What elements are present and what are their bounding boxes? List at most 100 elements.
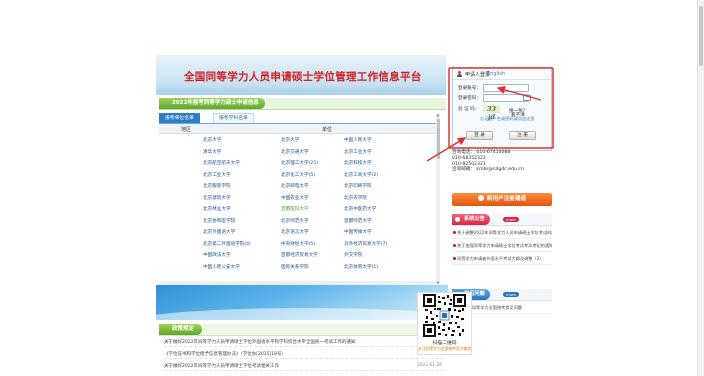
tab-units[interactable]: 报考单位名单 xyxy=(159,113,200,123)
university-link[interactable]: 中国传媒大学 xyxy=(344,229,372,235)
university-link[interactable]: 中国人民公安大学 xyxy=(203,264,240,270)
university-link[interactable]: 中国人民大学 xyxy=(344,137,372,143)
password-label: 登录密码： xyxy=(458,96,481,101)
list-scrollbar[interactable]: ▲ ▼ xyxy=(436,113,440,285)
scroll-up-icon[interactable]: ▲ xyxy=(436,113,440,117)
wechat-qr-card: 扫描二维码 关注同等学力全国统考官方微信 xyxy=(417,292,472,355)
university-link[interactable]: 首都经济贸易大学 xyxy=(281,252,318,258)
banner-skyline xyxy=(156,85,446,95)
tab-subjects[interactable]: 报考学科名单 xyxy=(213,113,254,123)
english-link[interactable]: English xyxy=(487,71,505,77)
university-link[interactable]: 北京外国语大学 xyxy=(203,229,235,235)
university-link[interactable]: 北京理工大学(25) xyxy=(281,160,318,166)
university-link[interactable]: 中央财经大学(5) xyxy=(281,241,315,247)
university-link[interactable]: 北京化工大学(5) xyxy=(281,172,315,178)
register-button[interactable]: 注 册 xyxy=(509,131,536,140)
notice-title[interactable]: 关于加强同等学力申请硕士学位考试考风考纪的通知 xyxy=(457,243,552,249)
policy-row[interactable]: 关于做好2022年同等学力人员申请硕士学位考试相关工作 2022-01-26 xyxy=(164,361,444,371)
col-region: 地区 xyxy=(181,126,192,133)
university-link[interactable]: 北京交通大学 xyxy=(281,149,309,155)
university-link[interactable]: 北京林业大学 xyxy=(203,206,231,212)
col-unit: 单位 xyxy=(322,126,333,133)
captcha-image[interactable]: 33 jd xyxy=(483,105,500,121)
keyboard-icon[interactable] xyxy=(523,95,531,101)
notice-item[interactable]: 同等学力申请者外语水平考试大纲及调整（2） xyxy=(452,253,552,265)
university-link[interactable]: 北京建筑大学 xyxy=(203,195,231,201)
university-link[interactable]: 北京大学 xyxy=(203,137,221,143)
notice-icon xyxy=(455,217,460,222)
contact-info: 咨询电话： 010-67410088 010-68352321 010-8250… xyxy=(452,150,552,173)
policy-title[interactable]: 关于做好2022年同等学力人员申请硕士学位外国语水平和学科综合水平全国统一考试工… xyxy=(164,339,355,345)
university-link[interactable]: 对外经济贸易大学(7) xyxy=(344,241,387,247)
ad-wave xyxy=(156,308,448,320)
scrollbar-thumb[interactable] xyxy=(699,6,703,66)
user-icon xyxy=(457,70,462,77)
qr-subcaption: 关注同等学力全国统考官方微信 xyxy=(418,346,472,351)
table-header: 地区 单位 xyxy=(159,124,437,134)
bullet-icon xyxy=(453,231,456,234)
policy-row[interactable]: 《学位证书和学位授予信息管理办法》（学位办[2015]18号） 2016-03-… xyxy=(164,349,444,359)
policy-section: 政策规定 关于做好2022年同等学力人员申请硕士学位外国语水平和学科综合水平全国… xyxy=(159,324,446,376)
university-link[interactable]: 国际关系学院 xyxy=(281,264,309,270)
university-link[interactable]: 北京工商大学(2) xyxy=(344,172,378,178)
notice-item[interactable]: 关于调整2022年同等学力人员申请硕士学位考试时间 xyxy=(452,227,552,239)
university-link[interactable]: 中国农业大学 xyxy=(281,195,309,201)
university-link[interactable]: 首都医科大学 xyxy=(281,206,309,212)
university-link[interactable]: 外交学院 xyxy=(344,252,362,258)
university-link[interactable]: 北京邮电大学 xyxy=(281,183,309,189)
policy-title[interactable]: 关于做好2022年同等学力人员申请硕士学位考试相关工作 xyxy=(164,363,279,369)
login-panel: 申请人登录 English 登录账号： 登录密码： 验 证 码： 33 jd 换… xyxy=(452,67,552,151)
university-link[interactable]: 北京服装学院 xyxy=(203,183,231,189)
captcha-label: 验 证 码： xyxy=(458,107,480,112)
page-container: 全国同等学力人员申请硕士学位管理工作信息平台 2022年报考同等学力硕士申请信息… xyxy=(156,55,556,376)
announcement-label[interactable]: 2022年报考同等学力硕士申请信息 xyxy=(159,98,265,109)
university-link[interactable]: 北京体育大学(1) xyxy=(344,264,378,270)
announcement-bar: 2022年报考同等学力硕士申请信息 xyxy=(159,98,446,110)
login-button[interactable]: 登 录 xyxy=(466,131,493,140)
university-link[interactable]: 北京工业大学 xyxy=(203,172,231,178)
bullet-icon xyxy=(453,257,456,260)
new-user-register-button[interactable]: 新用户注册通道 xyxy=(452,193,552,206)
list-scroll-thumb[interactable] xyxy=(436,119,440,159)
forgot-password-link[interactable]: 忘记账户名或密码请点击这里 xyxy=(480,116,534,122)
notice-title[interactable]: 关于调整2022年同等学力人员申请硕士学位考试时间 xyxy=(457,230,552,236)
university-link[interactable]: 清华大学 xyxy=(203,149,221,155)
university-link[interactable]: 北京科技大学 xyxy=(344,160,372,166)
new-user-label[interactable]: 新用户注册通道 xyxy=(487,196,526,202)
university-link[interactable]: 北京语言大学 xyxy=(281,229,309,235)
faq-more-link[interactable]: more xyxy=(503,292,519,297)
university-link[interactable]: 北京中医药大学 xyxy=(344,206,376,212)
register-icon xyxy=(477,195,484,201)
qr-code-icon xyxy=(423,294,466,337)
notice-more-link[interactable]: more xyxy=(503,217,519,222)
unit-tabs: 报考单位名单 报考学科名单 xyxy=(159,113,439,124)
university-link[interactable]: 北京航空航天大学 xyxy=(203,160,240,166)
notice-item[interactable]: 关于加强同等学力申请硕士学位考试考风考纪的通知 xyxy=(452,240,552,252)
site-banner: 全国同等学力人员申请硕士学位管理工作信息平台 xyxy=(156,55,446,95)
browser-scrollbar[interactable] xyxy=(697,0,704,376)
university-link[interactable]: 北京协和医学院 xyxy=(203,218,235,224)
account-input[interactable] xyxy=(483,84,529,92)
policy-header: 政策规定 xyxy=(159,324,446,336)
notice-header: 系统公告 more xyxy=(452,214,552,226)
university-link[interactable]: 北京印刷学院 xyxy=(344,183,372,189)
university-link[interactable]: 北京农学院 xyxy=(344,195,367,201)
university-link[interactable]: 中国政法大学 xyxy=(203,252,231,258)
university-link[interactable]: 北京师范大学 xyxy=(281,218,309,224)
contact-email: 咨询邮箱： kmbr@cdgdc.edu.cn xyxy=(452,167,524,173)
policy-date: 2022-01-26 xyxy=(417,363,442,368)
policy-row[interactable]: 关于做好2022年同等学力人员申请硕士学位外国语水平和学科综合水平全国统一考试工… xyxy=(164,337,444,347)
university-link[interactable]: 北京大学 xyxy=(281,137,299,143)
qr-caption: 扫描二维码 xyxy=(432,341,457,346)
account-label: 登录账号： xyxy=(458,86,481,91)
university-link[interactable]: 首都师范大学 xyxy=(344,218,372,224)
university-link[interactable]: 北京第二外国语学院(4) xyxy=(203,241,251,247)
site-title: 全国同等学力人员申请硕士学位管理工作信息平台 xyxy=(184,71,422,83)
policy-title[interactable]: 《学位证书和学位授予信息管理办法》（学位办[2015]18号） xyxy=(164,351,286,357)
bullet-icon xyxy=(453,244,456,247)
notice-title[interactable]: 同等学力申请者外语水平考试大纲及调整（2） xyxy=(457,256,552,262)
ad-banner[interactable] xyxy=(156,285,448,320)
policy-label: 政策规定 xyxy=(159,324,203,335)
login-header: 申请人登录 English xyxy=(453,68,551,80)
university-link[interactable]: 北京工业大学 xyxy=(344,149,372,155)
